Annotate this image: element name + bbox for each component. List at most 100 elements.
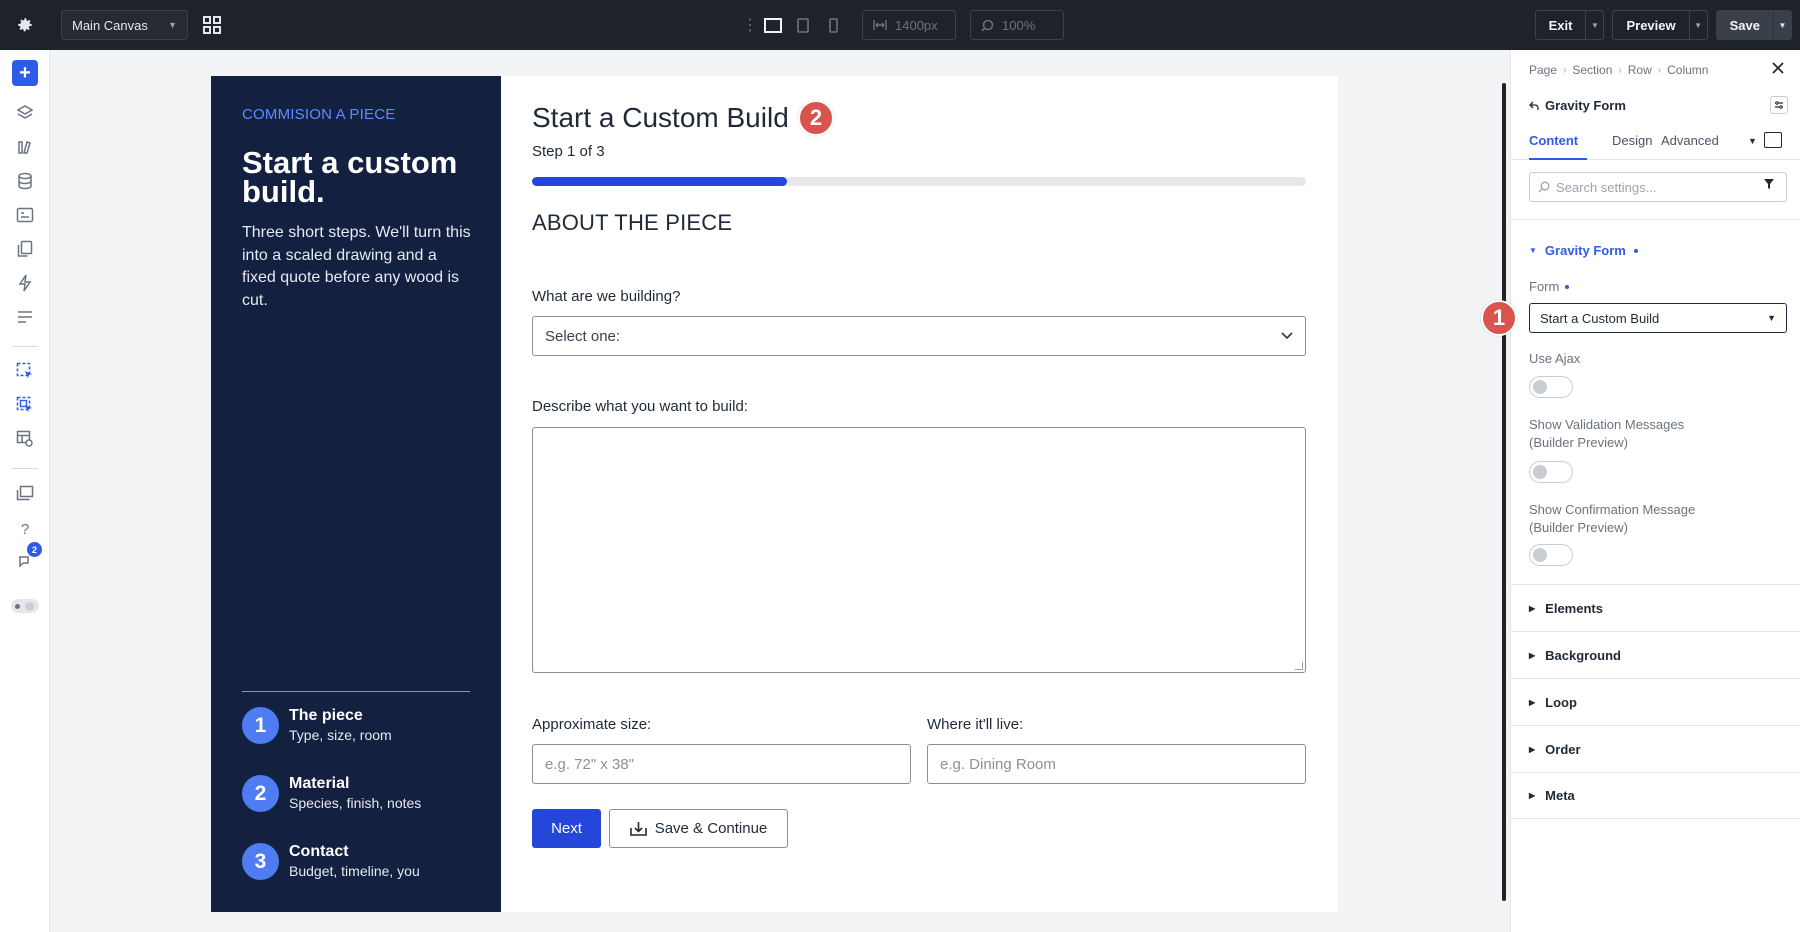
exit-button[interactable]: Exit ▼ xyxy=(1534,10,1605,40)
step-item: 2 Material Species, finish, notes xyxy=(242,775,482,815)
progress-bar xyxy=(532,177,1306,186)
accordion-label: Meta xyxy=(1545,788,1575,803)
exit-label: Exit xyxy=(1548,17,1573,33)
lightning-icon[interactable] xyxy=(12,270,38,296)
filter-icon[interactable] xyxy=(1763,178,1775,190)
pages-copy-icon[interactable] xyxy=(12,236,38,262)
resize-grip-icon[interactable] xyxy=(1295,662,1303,670)
exit-dropdown-caret-icon[interactable]: ▼ xyxy=(1585,11,1603,39)
step-item: 1 The piece Type, size, room xyxy=(242,707,482,747)
help-question-icon[interactable]: ? xyxy=(12,516,38,542)
mode-toggle[interactable] xyxy=(11,599,39,613)
database-icon[interactable] xyxy=(12,168,38,194)
location-input[interactable]: e.g. Dining Room xyxy=(927,744,1306,784)
modified-dot-icon xyxy=(1633,248,1638,253)
step-number-badge: 3 xyxy=(242,843,279,880)
add-element-button[interactable]: + xyxy=(12,60,38,86)
list-lines-icon[interactable] xyxy=(12,304,38,330)
accordion-order[interactable]: ▶ Order xyxy=(1511,725,1800,772)
input-placeholder: e.g. Dining Room xyxy=(940,755,1056,773)
accordion-background[interactable]: ▶ Background xyxy=(1511,631,1800,678)
module-settings-icon[interactable] xyxy=(1770,96,1788,114)
preview-label: Preview xyxy=(1626,17,1676,33)
toggle-knob xyxy=(1533,380,1547,394)
settings-search-input[interactable]: Search settings... xyxy=(1529,172,1787,202)
top-toolbar: Main Canvas ▼ ⋮ 1400px 100% Exit ▼ Previ… xyxy=(0,0,1800,50)
back-arrow-icon[interactable] xyxy=(1529,101,1539,111)
accordion-loop[interactable]: ▶ Loop xyxy=(1511,678,1800,725)
search-placeholder: Search settings... xyxy=(1556,179,1657,195)
next-button[interactable]: Next xyxy=(532,809,601,848)
building-type-select[interactable]: Select one: xyxy=(532,316,1306,356)
description-textarea[interactable] xyxy=(532,427,1306,673)
chevron-down-icon: ▼ xyxy=(168,20,177,30)
tab-content[interactable]: Content xyxy=(1529,133,1578,148)
save-button[interactable]: Save ▼ xyxy=(1715,10,1792,40)
use-ajax-toggle[interactable] xyxy=(1529,376,1573,398)
preview-button[interactable]: Preview ▼ xyxy=(1612,10,1708,40)
phone-view-icon[interactable] xyxy=(818,10,848,40)
tabs-dropdown-caret-icon[interactable]: ▼ xyxy=(1748,136,1757,146)
layout-grid-icon[interactable] xyxy=(198,11,226,39)
size-input[interactable]: e.g. 72" x 38" xyxy=(532,744,911,784)
form-select[interactable]: Start a Custom Build ▼ xyxy=(1529,303,1787,333)
accordion-meta[interactable]: ▶ Meta xyxy=(1511,772,1800,819)
breadcrumb-item[interactable]: Page xyxy=(1529,63,1557,77)
canvas-select[interactable]: Main Canvas ▼ xyxy=(61,10,188,40)
toggle-knob xyxy=(1533,548,1547,562)
chevron-right-icon: › xyxy=(1563,64,1567,76)
table-settings-icon[interactable] xyxy=(12,426,38,452)
tab-design[interactable]: Design xyxy=(1612,133,1652,148)
canvas-width-field[interactable]: 1400px xyxy=(862,10,956,40)
accordion-label: Order xyxy=(1545,741,1581,757)
show-validation-toggle[interactable] xyxy=(1529,461,1573,483)
field-label: Describe what you want to build: xyxy=(532,398,748,415)
gravity-form: Start a Custom Build 2 Step 1 of 3 ABOUT… xyxy=(532,76,1306,912)
breadcrumb-item[interactable]: Section xyxy=(1572,63,1612,77)
progress-bar-fill xyxy=(532,177,788,186)
desktop-view-icon[interactable] xyxy=(758,10,788,40)
form-title: Start a Custom Build xyxy=(532,102,789,133)
more-vertical-icon[interactable]: ⋮ xyxy=(742,15,758,35)
step-subtitle: Type, size, room xyxy=(289,727,392,743)
label-line: Show Validation Messages xyxy=(1529,417,1685,432)
close-icon[interactable] xyxy=(1768,58,1788,78)
stacked-windows-icon[interactable] xyxy=(12,480,38,506)
zoom-field[interactable]: 100% xyxy=(970,10,1064,40)
settings-panel: Page › Section › Row › Column Gravity Fo… xyxy=(1481,50,1800,932)
gravity-form-group-toggle[interactable]: ▼ Gravity Form xyxy=(1529,243,1638,258)
style-brush-icon[interactable] xyxy=(12,134,38,160)
label-line: (Builder Preview) xyxy=(1529,435,1628,450)
magnifier-icon xyxy=(981,19,994,32)
accordion-elements[interactable]: ▶ Elements xyxy=(1511,584,1800,631)
save-dropdown-caret-icon[interactable]: ▼ xyxy=(1773,11,1791,39)
module-title-row: Gravity Form xyxy=(1529,98,1626,113)
tablet-view-icon[interactable] xyxy=(788,10,818,40)
show-confirmation-toggle[interactable] xyxy=(1529,544,1573,566)
save-and-continue-button[interactable]: Save & Continue xyxy=(609,809,788,848)
breadcrumb-item[interactable]: Column xyxy=(1667,63,1708,77)
breadcrumb: Page › Section › Row › Column xyxy=(1529,63,1708,77)
settings-gear-icon[interactable] xyxy=(0,0,50,50)
canvas-scrollbar[interactable] xyxy=(1502,83,1506,901)
multi-select-icon[interactable] xyxy=(12,392,38,418)
step-number-badge: 2 xyxy=(242,775,279,812)
chevron-down-icon xyxy=(1281,332,1293,340)
preview-dropdown-caret-icon[interactable]: ▼ xyxy=(1688,11,1707,39)
section-heading: ABOUT THE PIECE xyxy=(532,210,733,235)
panel-expand-icon[interactable] xyxy=(1764,132,1782,148)
caret-right-icon: ▶ xyxy=(1529,697,1536,707)
step-subtitle: Budget, timeline, you xyxy=(289,863,420,879)
breadcrumb-item[interactable]: Row xyxy=(1628,63,1652,77)
width-arrows-icon xyxy=(873,20,887,30)
notifications-icon[interactable]: 2 xyxy=(12,542,42,574)
select-cursor-icon[interactable] xyxy=(12,358,38,384)
search-icon xyxy=(1538,181,1550,193)
template-icon[interactable] xyxy=(12,202,38,228)
tab-advanced[interactable]: Advanced xyxy=(1661,133,1719,148)
select-value: Select one: xyxy=(545,327,621,345)
step-number-badge: 1 xyxy=(242,707,279,744)
layers-icon[interactable] xyxy=(12,100,38,126)
accordion-label: Background xyxy=(1545,647,1621,663)
caret-right-icon: ▶ xyxy=(1529,603,1536,613)
